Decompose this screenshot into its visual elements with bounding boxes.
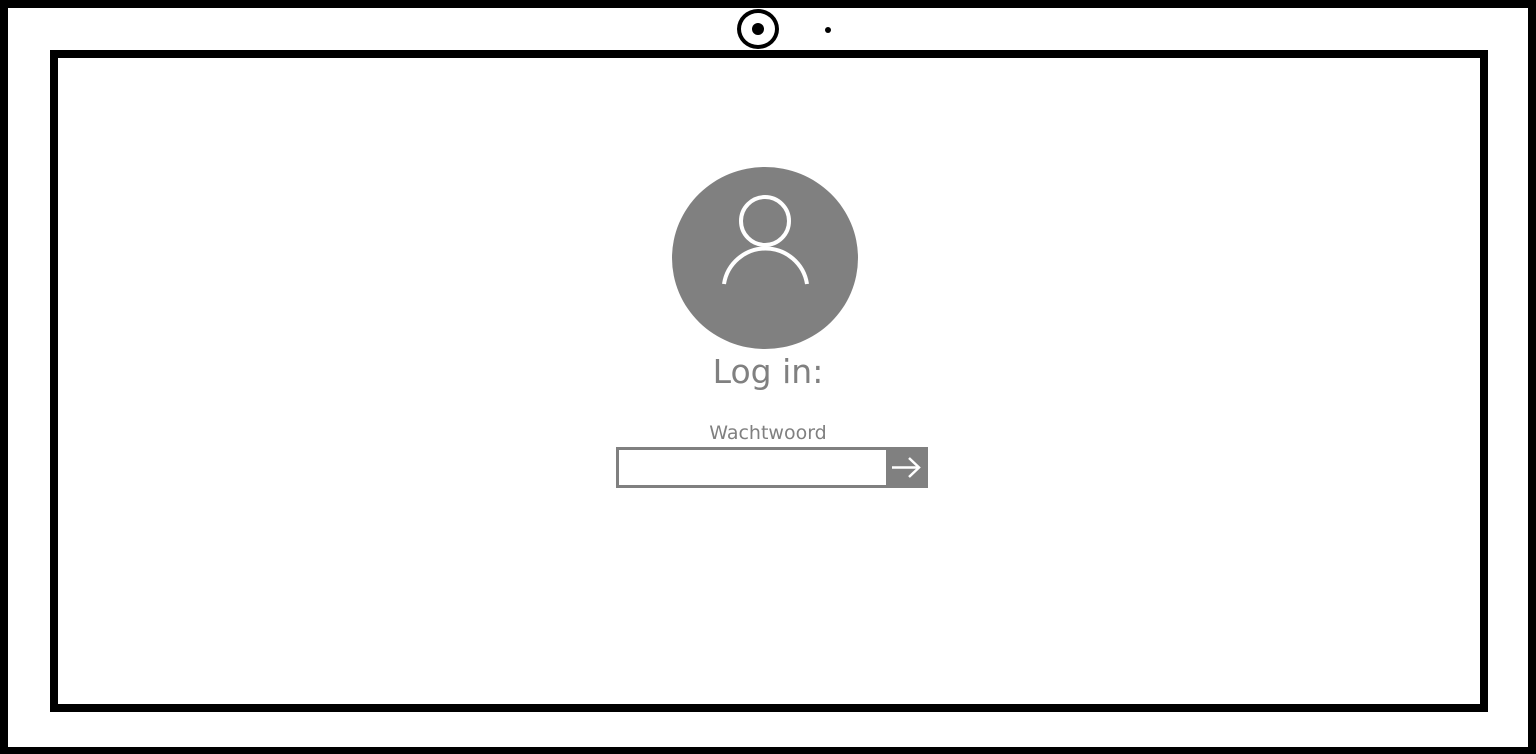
sensor-dot: [825, 27, 831, 33]
avatar: [672, 167, 858, 349]
submit-button[interactable]: [886, 447, 928, 488]
login-title: Log in:: [712, 352, 824, 391]
user-icon: [722, 195, 809, 285]
password-input[interactable]: [616, 447, 888, 488]
camera-lens: [752, 23, 764, 35]
arrow-right-icon: [892, 457, 921, 478]
password-label: Wachtwoord: [709, 422, 827, 444]
camera-icon: [737, 9, 779, 49]
